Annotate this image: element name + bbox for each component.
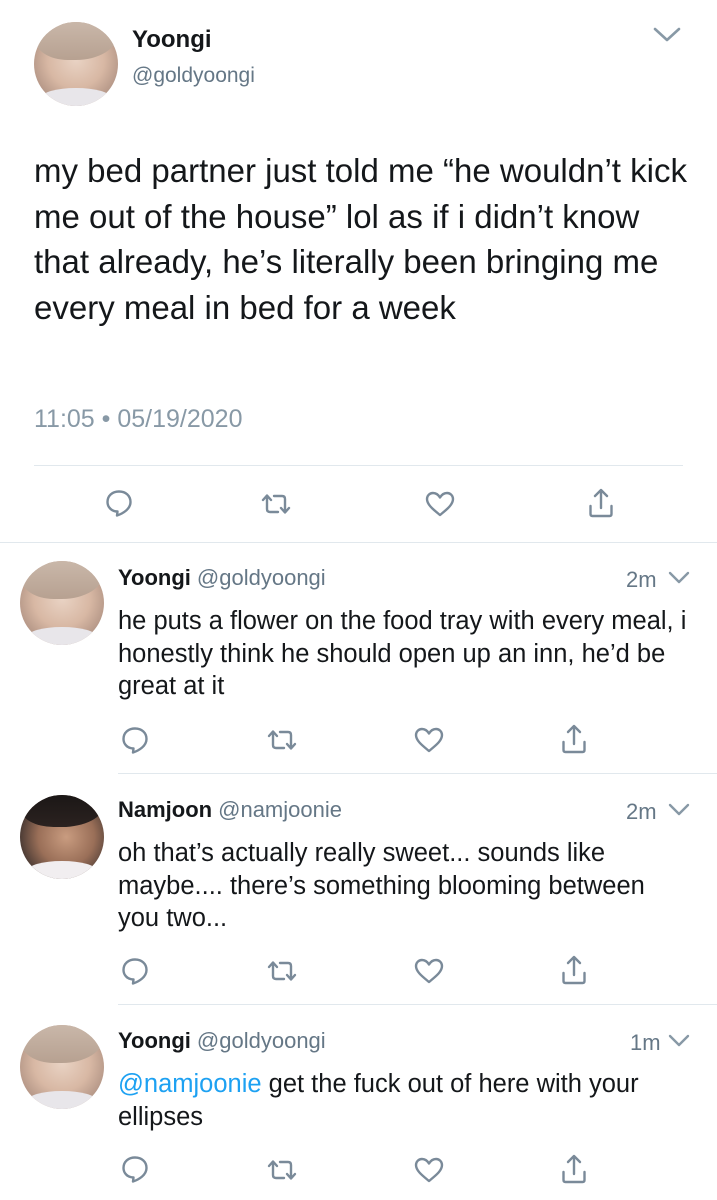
chevron-down-icon[interactable] xyxy=(667,569,691,587)
reply-author: Namjoon @namjoonie xyxy=(118,797,342,823)
speech-bubble-icon xyxy=(122,727,148,754)
tweet-timestamp: 11:05 • 05/19/2020 xyxy=(34,405,243,433)
share-button[interactable] xyxy=(560,954,588,986)
author-handle[interactable]: @namjoonie xyxy=(218,797,342,822)
author-handle[interactable]: @goldyoongi xyxy=(197,565,326,590)
reply-button[interactable] xyxy=(120,1154,150,1184)
retweet-button[interactable] xyxy=(265,727,299,753)
share-icon xyxy=(562,1154,586,1184)
author-display-name[interactable]: Yoongi xyxy=(118,565,191,590)
author-handle[interactable]: @goldyoongi xyxy=(197,1028,326,1053)
avatar[interactable] xyxy=(20,795,104,879)
divider xyxy=(0,542,717,543)
heart-icon xyxy=(425,491,455,517)
author-display-name[interactable]: Namjoon xyxy=(118,797,212,822)
retweet-button[interactable] xyxy=(265,1157,299,1183)
mention-link[interactable]: @namjoonie xyxy=(118,1070,262,1098)
speech-bubble-icon xyxy=(122,958,148,985)
avatar[interactable] xyxy=(34,22,118,106)
avatar[interactable] xyxy=(20,561,104,645)
like-button[interactable] xyxy=(413,726,445,754)
share-button[interactable] xyxy=(587,487,615,519)
chevron-down-icon[interactable] xyxy=(652,24,682,46)
reply-button[interactable] xyxy=(120,725,150,755)
speech-bubble-icon xyxy=(106,490,132,517)
reply-time: 2m xyxy=(626,567,657,592)
heart-icon xyxy=(414,1157,444,1183)
retweet-button[interactable] xyxy=(265,958,299,984)
reply-time: 2m xyxy=(626,799,657,824)
divider xyxy=(118,773,717,774)
author-display-name[interactable]: Yoongi xyxy=(132,26,212,54)
like-button[interactable] xyxy=(413,957,445,985)
chevron-down-icon[interactable] xyxy=(667,1032,691,1050)
share-icon xyxy=(589,488,613,518)
share-button[interactable] xyxy=(560,1153,588,1185)
avatar[interactable] xyxy=(20,1025,104,1109)
author-display-name[interactable]: Yoongi xyxy=(118,1028,191,1053)
reply-text: oh that’s actually really sweet... sound… xyxy=(118,839,645,933)
reply-author: Yoongi @goldyoongi xyxy=(118,565,326,591)
reply-time: 1m xyxy=(630,1030,661,1055)
speech-bubble-icon xyxy=(122,1156,148,1183)
retweet-icon xyxy=(267,730,297,750)
share-icon xyxy=(562,724,586,754)
divider xyxy=(118,1004,717,1005)
author-handle[interactable]: @goldyoongi xyxy=(132,64,255,88)
reply-text: @namjoonie get the fuck out of here with… xyxy=(118,1068,693,1133)
like-button[interactable] xyxy=(413,1156,445,1184)
heart-icon xyxy=(414,958,444,984)
reply-author: Yoongi @goldyoongi xyxy=(118,1028,326,1054)
like-button[interactable] xyxy=(424,490,456,518)
retweet-icon xyxy=(267,961,297,981)
reply-button[interactable] xyxy=(104,488,134,518)
reply-button[interactable] xyxy=(120,956,150,986)
tweet-text: my bed partner just told me “he wouldn’t… xyxy=(34,152,687,326)
retweet-button[interactable] xyxy=(259,491,293,517)
divider xyxy=(34,465,683,466)
share-icon xyxy=(562,955,586,985)
reply-text: he puts a flower on the food tray with e… xyxy=(118,607,687,701)
heart-icon xyxy=(414,727,444,753)
share-button[interactable] xyxy=(560,723,588,755)
chevron-down-icon[interactable] xyxy=(667,801,691,819)
retweet-icon xyxy=(261,494,291,514)
retweet-icon xyxy=(267,1160,297,1180)
